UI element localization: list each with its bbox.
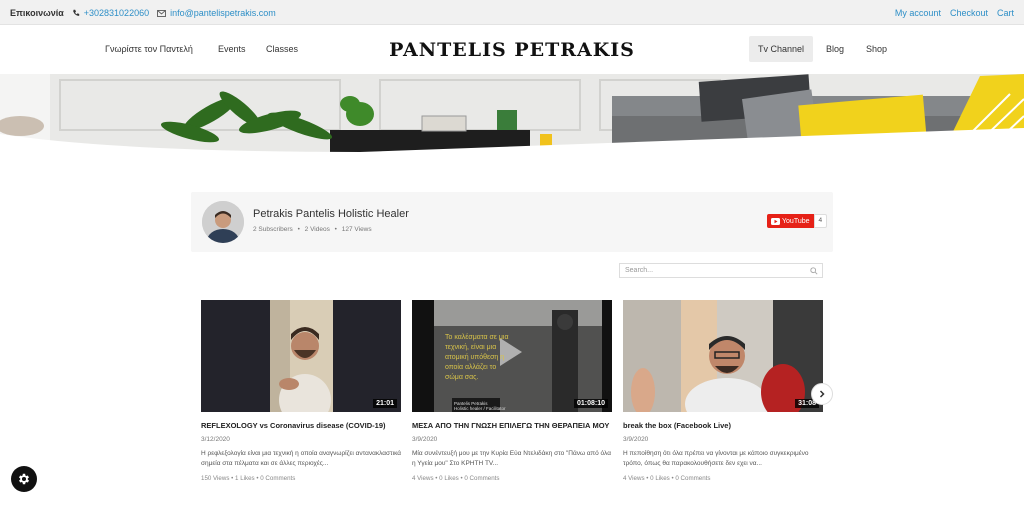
subscriber-count: 2 Subscribers (253, 226, 293, 233)
video-card[interactable]: 31:08 break the box (Facebook Live) 3/9/… (623, 300, 823, 482)
main-header: Γνωρίστε τον Παντελή Events Classes PANT… (0, 25, 1024, 74)
video-description: Η πεποίθηση ότι όλα πρέπει να γίνονται μ… (623, 450, 809, 467)
video-meta: 4 Views • 0 Likes • 0 Comments (412, 475, 500, 482)
search-input[interactable]: Search... (619, 263, 823, 278)
channel-name[interactable]: Petrakis Pantelis Holistic Healer (253, 208, 409, 220)
video-thumbnail[interactable]: Το καλέσματα σε μια τεχνική, είναι μια α… (412, 300, 612, 412)
video-likes: 0 Likes (650, 475, 670, 482)
nav-item-tv-channel[interactable]: Tv Channel (749, 36, 813, 62)
envelope-icon (157, 9, 166, 17)
youtube-subscribe-button[interactable]: YouTube 4 (767, 214, 828, 228)
search-placeholder: Search... (625, 267, 654, 274)
video-description: Μία συνέντευξή μου με την Κυρία Εύα Ντελ… (412, 450, 611, 467)
video-comments: 0 Comments (464, 475, 500, 482)
cart-link[interactable]: Cart (997, 8, 1014, 18)
video-meta: 150 Views • 1 Likes • 0 Comments (201, 475, 296, 482)
youtube-label: YouTube (782, 217, 810, 225)
video-description: Η ρεφλεξολογία είναι μια τεχνική η οποία… (201, 450, 401, 467)
video-thumbnail[interactable]: 21:01 (201, 300, 401, 412)
email-address: info@pantelispetrakis.com (170, 8, 276, 18)
email-link[interactable]: info@pantelispetrakis.com (157, 8, 276, 18)
video-views: 4 Views (623, 475, 645, 482)
video-date: 3/9/2020 (412, 436, 438, 443)
search-icon[interactable] (810, 267, 818, 275)
video-likes: 1 Likes (235, 475, 255, 482)
channel-card: Petrakis Pantelis Holistic Healer 2 Subs… (191, 192, 833, 252)
video-overlay-caption: Pantelis Petrakis Holistic healer / Faci… (454, 401, 506, 411)
channel-stats: 2 Subscribers • 2 Videos • 127 Views (253, 226, 372, 233)
video-title[interactable]: ΜΕΣΑ ΑΠΟ ΤΗΝ ΓΝΩΣΗ ΕΠΙΛΕΓΩ ΤΗΝ ΘΕΡΑΠΕΙΑ … (412, 421, 612, 430)
video-title[interactable]: REFLEXOLOGY vs Coronavirus disease (COVI… (201, 421, 401, 430)
phone-link[interactable]: +302831022060 (72, 8, 149, 18)
phone-number: +302831022060 (83, 8, 150, 18)
nav-item-shop[interactable]: Shop (866, 44, 887, 54)
video-views: 4 Views (412, 475, 434, 482)
video-card[interactable]: 21:01 REFLEXOLOGY vs Coronavirus disease… (201, 300, 401, 482)
view-count: 127 Views (341, 226, 372, 233)
contact-label: Επικοινωνία (10, 8, 64, 18)
carousel-next-button[interactable] (811, 383, 833, 405)
video-date: 3/9/2020 (623, 436, 649, 443)
phone-icon (72, 9, 79, 16)
video-meta: 4 Views • 0 Likes • 0 Comments (623, 475, 711, 482)
video-likes: 0 Likes (439, 475, 459, 482)
youtube-subscriber-count: 4 (813, 214, 828, 228)
gear-icon (18, 473, 30, 485)
my-account-link[interactable]: My account (895, 8, 941, 18)
video-duration: 01:08:10 (573, 399, 608, 408)
video-thumbnail[interactable]: 31:08 (623, 300, 823, 412)
video-comments: 0 Comments (260, 475, 296, 482)
checkout-link[interactable]: Checkout (950, 8, 988, 18)
video-card[interactable]: Το καλέσματα σε μια τεχνική, είναι μια α… (412, 300, 612, 482)
video-duration: 21:01 (373, 399, 397, 408)
video-views: 150 Views (201, 475, 230, 482)
hero-banner (0, 74, 1024, 154)
video-overlay-caption-role: Holistic healer / Facilitator (454, 406, 506, 411)
settings-button[interactable] (11, 466, 37, 492)
video-comments: 0 Comments (675, 475, 711, 482)
top-contact-bar: Επικοινωνία +302831022060 info@pantelisp… (0, 0, 1024, 25)
video-title[interactable]: break the box (Facebook Live) (623, 421, 823, 430)
video-count: 2 Videos (304, 226, 330, 233)
youtube-icon (771, 217, 780, 225)
video-date: 3/12/2020 (201, 436, 230, 443)
nav-item-blog[interactable]: Blog (826, 44, 844, 54)
chevron-right-icon (819, 390, 825, 398)
channel-avatar[interactable] (202, 201, 244, 243)
video-overlay-text: Το καλέσματα σε μια τεχνική, είναι μια α… (445, 334, 509, 381)
